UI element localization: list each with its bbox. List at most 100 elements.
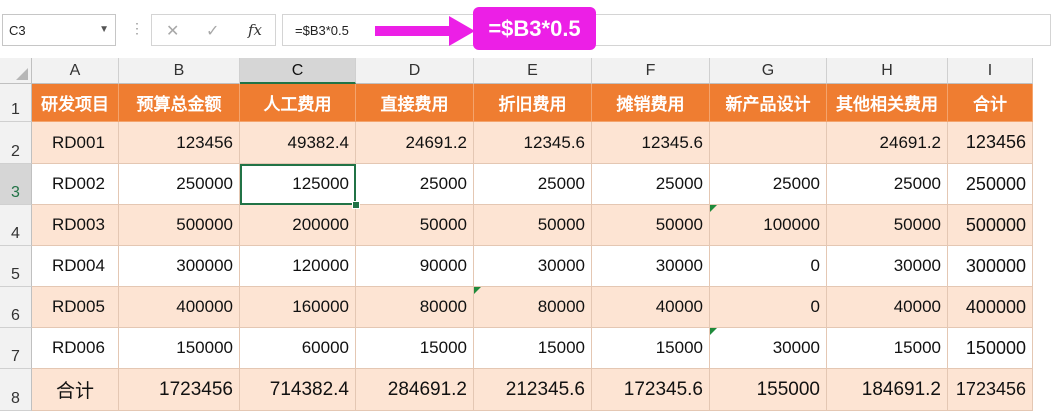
column-header-f[interactable]: F: [592, 58, 710, 84]
cell-f7[interactable]: 15000: [592, 328, 710, 369]
cell-b6[interactable]: 400000: [119, 287, 240, 328]
cell-h2[interactable]: 24691.2: [827, 122, 948, 164]
cell-f2[interactable]: 12345.6: [592, 122, 710, 164]
cell-b4[interactable]: 500000: [119, 205, 240, 246]
enter-icon[interactable]: ✓: [206, 21, 219, 41]
cell-f5[interactable]: 30000: [592, 246, 710, 287]
cell-a8[interactable]: 合计: [32, 369, 119, 411]
cell-c2[interactable]: 49382.4: [240, 122, 356, 164]
cell-i5[interactable]: 300000: [948, 246, 1033, 287]
cell-b5[interactable]: 300000: [119, 246, 240, 287]
cell-d8[interactable]: 284691.2: [356, 369, 474, 411]
cell-i6[interactable]: 400000: [948, 287, 1033, 328]
cell-a7[interactable]: RD006: [32, 328, 119, 369]
cell-a1[interactable]: 研发项目: [32, 84, 119, 122]
cell-d2[interactable]: 24691.2: [356, 122, 474, 164]
error-indicator-icon[interactable]: [710, 205, 717, 212]
cell-d5[interactable]: 90000: [356, 246, 474, 287]
cell-d4[interactable]: 50000: [356, 205, 474, 246]
column-header-i[interactable]: I: [948, 58, 1033, 84]
cell-h6[interactable]: 40000: [827, 287, 948, 328]
cell-i8[interactable]: 1723456: [948, 369, 1033, 411]
cell-g7[interactable]: 30000: [710, 328, 827, 369]
column-header-c[interactable]: C: [240, 58, 356, 84]
select-all-corner[interactable]: [0, 58, 32, 84]
column-header-d[interactable]: D: [356, 58, 474, 84]
cell-g1[interactable]: 新产品设计: [710, 84, 827, 122]
cell-g4[interactable]: 100000: [710, 205, 827, 246]
cell-h8[interactable]: 184691.2: [827, 369, 948, 411]
insert-function-icon[interactable]: fx: [248, 21, 262, 39]
column-header-e[interactable]: E: [474, 58, 592, 84]
cell-b3[interactable]: 250000: [119, 164, 240, 205]
row-header-6[interactable]: 6: [0, 287, 32, 328]
cell-f1[interactable]: 摊销费用: [592, 84, 710, 122]
cell-g6[interactable]: 0: [710, 287, 827, 328]
cell-e2[interactable]: 12345.6: [474, 122, 592, 164]
cell-a5[interactable]: RD004: [32, 246, 119, 287]
cell-c7[interactable]: 60000: [240, 328, 356, 369]
row-header-1[interactable]: 1: [0, 84, 32, 122]
cell-h3[interactable]: 25000: [827, 164, 948, 205]
cell-c4[interactable]: 200000: [240, 205, 356, 246]
cell-e4[interactable]: 50000: [474, 205, 592, 246]
cell-f8[interactable]: 172345.6: [592, 369, 710, 411]
cell-a4[interactable]: RD003: [32, 205, 119, 246]
cell-d3[interactable]: 25000: [356, 164, 474, 205]
cell-d7[interactable]: 15000: [356, 328, 474, 369]
cell-b1[interactable]: 预算总金额: [119, 84, 240, 122]
cell-h4[interactable]: 50000: [827, 205, 948, 246]
cell-e6[interactable]: 80000: [474, 287, 592, 328]
cell-g5[interactable]: 0: [710, 246, 827, 287]
cell-e3[interactable]: 25000: [474, 164, 592, 205]
drag-handle-icon[interactable]: ⋮: [130, 20, 145, 37]
row-header-4[interactable]: 4: [0, 205, 32, 246]
cell-c3[interactable]: 125000: [240, 164, 356, 205]
cell-b8[interactable]: 1723456: [119, 369, 240, 411]
column-header-b[interactable]: B: [119, 58, 240, 84]
cell-c6[interactable]: 160000: [240, 287, 356, 328]
column-header-h[interactable]: H: [827, 58, 948, 84]
chevron-down-icon[interactable]: ▼: [99, 24, 109, 35]
cell-c5[interactable]: 120000: [240, 246, 356, 287]
cell-b2[interactable]: 123456: [119, 122, 240, 164]
cell-h7[interactable]: 15000: [827, 328, 948, 369]
cell-e7[interactable]: 15000: [474, 328, 592, 369]
cell-c8[interactable]: 714382.4: [240, 369, 356, 411]
row-header-3[interactable]: 3: [0, 164, 32, 205]
cell-e8[interactable]: 212345.6: [474, 369, 592, 411]
error-indicator-icon[interactable]: [474, 287, 481, 294]
cell-i3[interactable]: 250000: [948, 164, 1033, 205]
cell-i4[interactable]: 500000: [948, 205, 1033, 246]
cell-d1[interactable]: 直接费用: [356, 84, 474, 122]
column-header-g[interactable]: G: [710, 58, 827, 84]
cell-i7[interactable]: 150000: [948, 328, 1033, 369]
row-header-2[interactable]: 2: [0, 122, 32, 164]
cell-a6[interactable]: RD005: [32, 287, 119, 328]
error-indicator-icon[interactable]: [710, 328, 717, 335]
cancel-icon[interactable]: ✕: [166, 21, 179, 41]
cell-g8[interactable]: 155000: [710, 369, 827, 411]
name-box[interactable]: C3 ▼: [2, 14, 116, 46]
cell-b7[interactable]: 150000: [119, 328, 240, 369]
row-header-8[interactable]: 8: [0, 369, 32, 411]
cell-h1[interactable]: 其他相关费用: [827, 84, 948, 122]
cell-c1[interactable]: 人工费用: [240, 84, 356, 122]
cell-d6[interactable]: 80000: [356, 287, 474, 328]
row-header-7[interactable]: 7: [0, 328, 32, 369]
cell-h5[interactable]: 30000: [827, 246, 948, 287]
cell-i1[interactable]: 合计: [948, 84, 1033, 122]
cell-f3[interactable]: 25000: [592, 164, 710, 205]
column-header-a[interactable]: A: [32, 58, 119, 84]
cell-a3[interactable]: RD002: [32, 164, 119, 205]
cell-f6[interactable]: 40000: [592, 287, 710, 328]
row-header-5[interactable]: 5: [0, 246, 32, 287]
cell-i2[interactable]: 123456: [948, 122, 1033, 164]
cell-g3[interactable]: 25000: [710, 164, 827, 205]
cell-e1[interactable]: 折旧费用: [474, 84, 592, 122]
cell-g2[interactable]: [710, 122, 827, 164]
cell-f4[interactable]: 50000: [592, 205, 710, 246]
cell-e5[interactable]: 30000: [474, 246, 592, 287]
fill-handle[interactable]: [352, 201, 360, 209]
cell-a2[interactable]: RD001: [32, 122, 119, 164]
